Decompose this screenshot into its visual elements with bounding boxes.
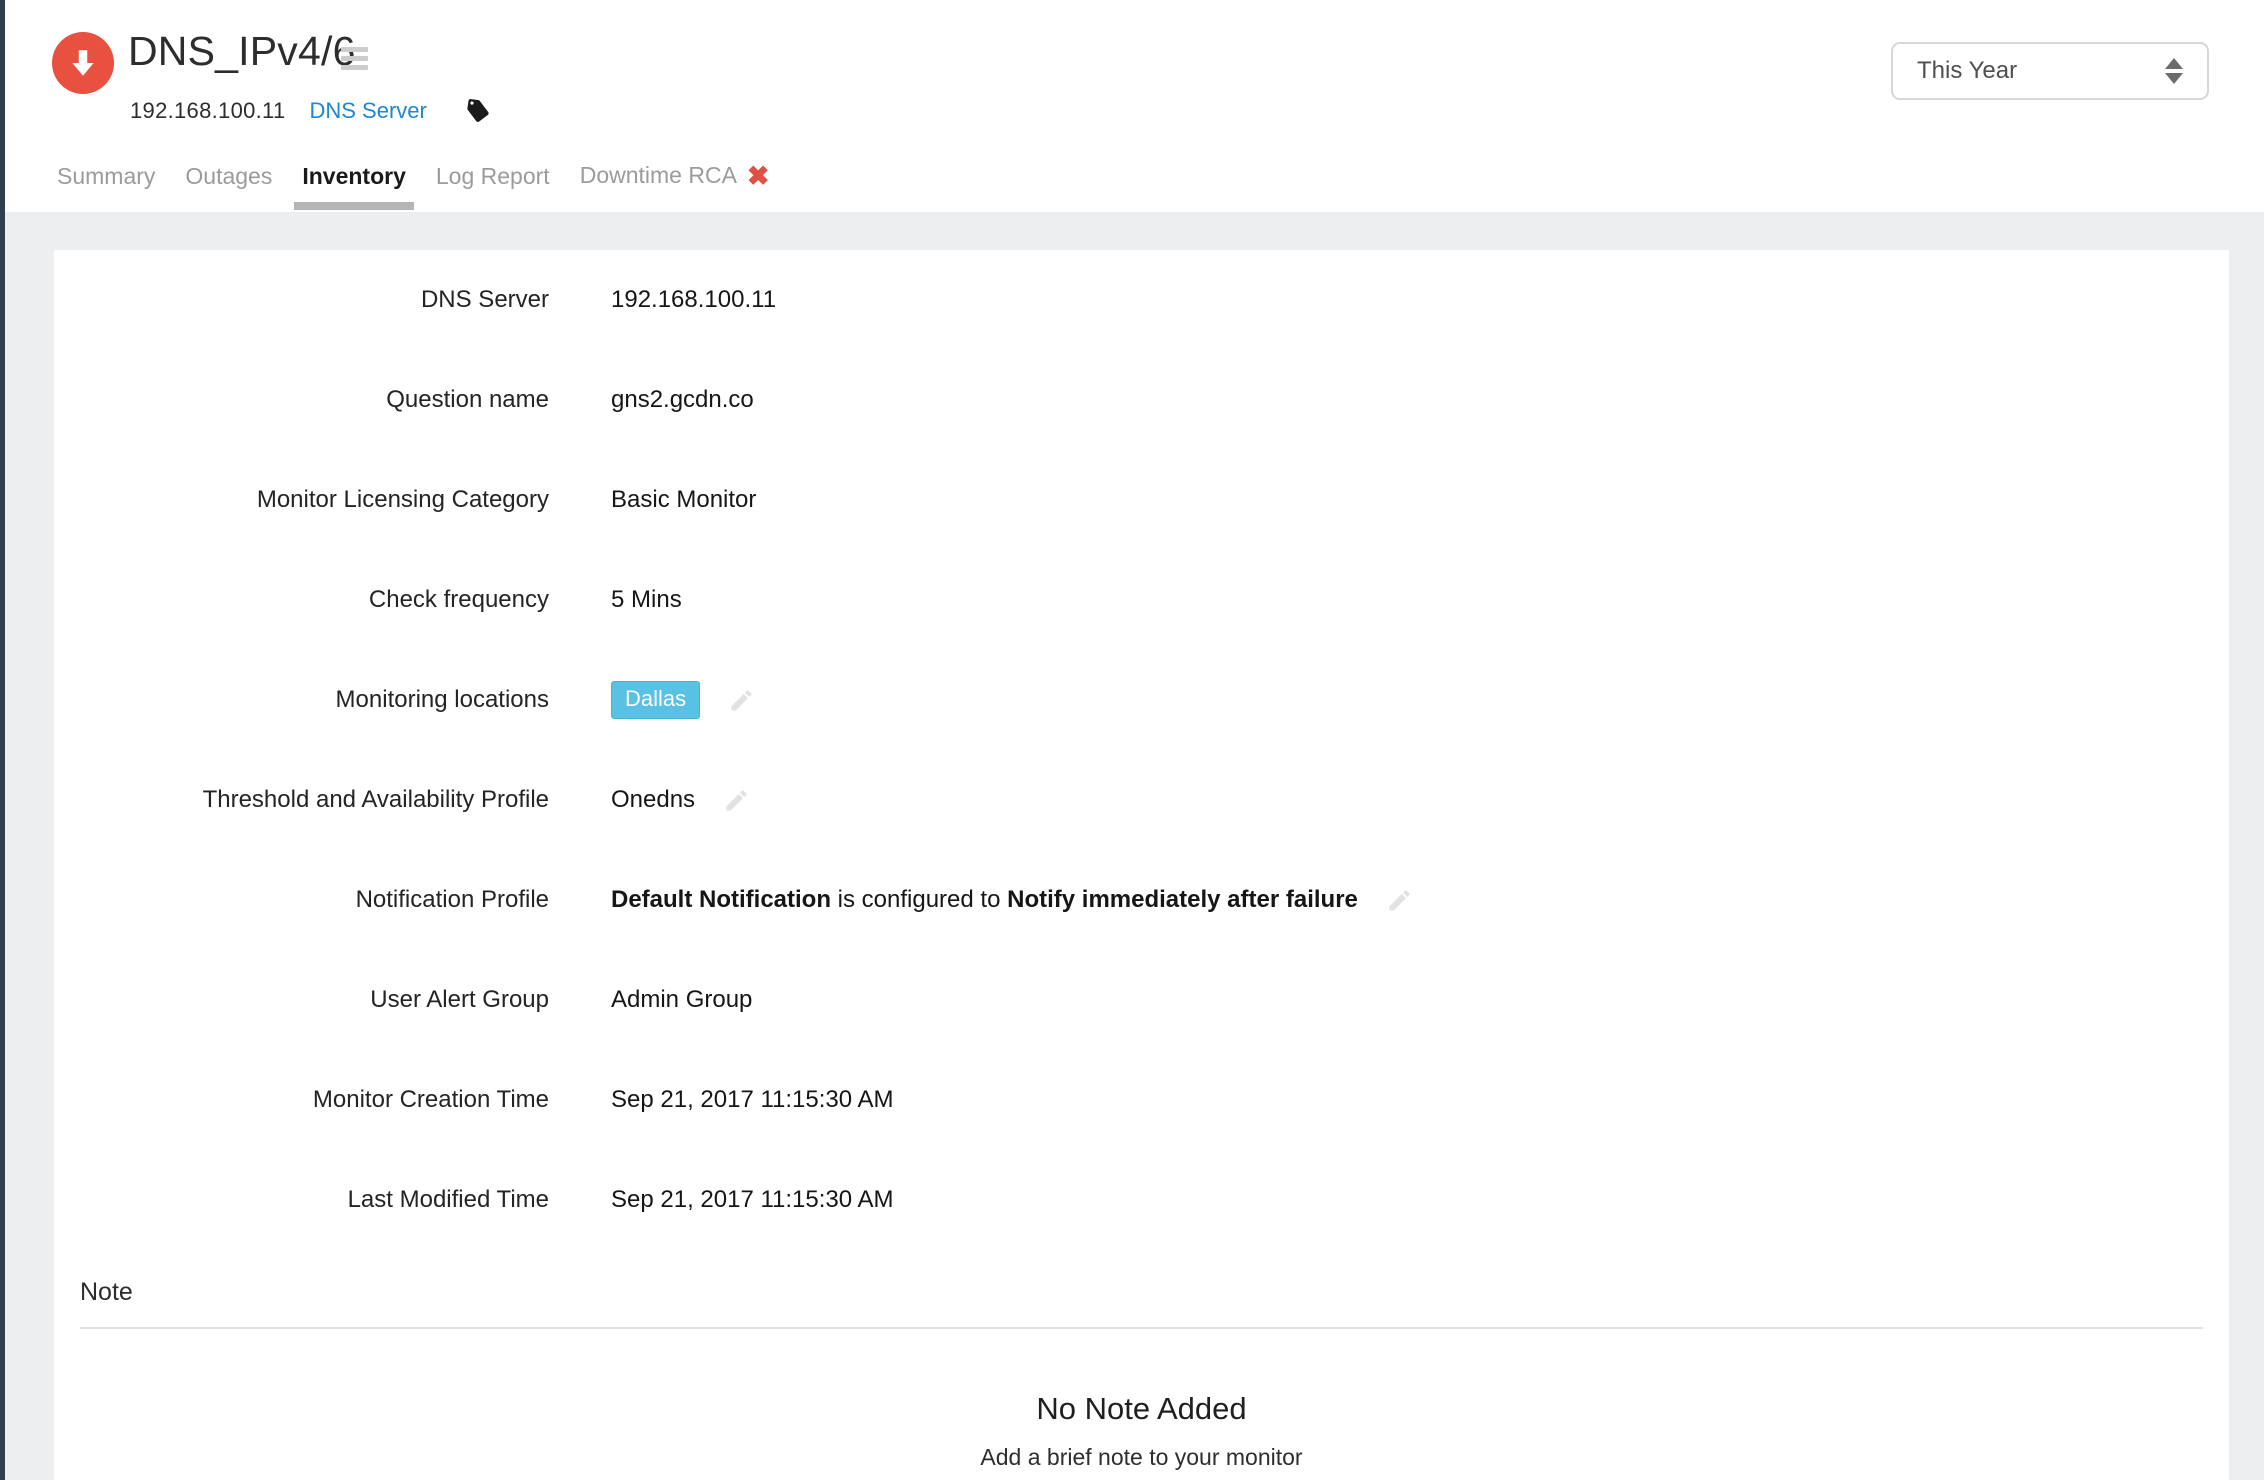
tab-bar: Summary Outages Inventory Log Report Dow…	[57, 154, 770, 212]
row-label: Monitor Creation Time	[54, 1086, 549, 1114]
note-empty-subtitle: Add a brief note to your monitor	[54, 1444, 2229, 1471]
row-value: Dallas	[611, 681, 755, 719]
row-label: Check frequency	[54, 586, 549, 614]
row-label: Notification Profile	[54, 886, 549, 914]
row-value: Sep 21, 2017 11:15:30 AM	[611, 1086, 893, 1114]
row-label: Question name	[54, 386, 549, 414]
monitor-details-page: DNS_IPv4/6 192.168.100.11 DNS Server Thi…	[0, 0, 2264, 1480]
row-value: gns2.gcdn.co	[611, 386, 754, 414]
row-value: Sep 21, 2017 11:15:30 AM	[611, 1186, 893, 1214]
period-select[interactable]: This Year	[1891, 42, 2209, 100]
notification-mode: Notify immediately after failure	[1007, 886, 1358, 913]
inventory-row-dns-server: DNS Server 192.168.100.11	[54, 250, 2229, 350]
edit-icon[interactable]	[728, 687, 755, 714]
select-spinner-icon	[2165, 58, 2183, 84]
row-value: Basic Monitor	[611, 486, 756, 514]
inventory-row-modified-time: Last Modified Time Sep 21, 2017 11:15:30…	[54, 1150, 2229, 1250]
monitor-type-link[interactable]: DNS Server	[310, 98, 427, 124]
inventory-row-threshold-profile: Threshold and Availability Profile Onedn…	[54, 750, 2229, 850]
row-label: Monitor Licensing Category	[54, 486, 549, 514]
tab-log-report[interactable]: Log Report	[436, 163, 550, 204]
tab-downtime-rca-label: Downtime RCA	[580, 162, 737, 188]
row-value: Onedns	[611, 786, 750, 814]
inventory-row-user-alert-group: User Alert Group Admin Group	[54, 950, 2229, 1050]
inventory-row-question-name: Question name gns2.gcdn.co	[54, 350, 2229, 450]
tab-summary[interactable]: Summary	[57, 163, 155, 204]
edit-icon[interactable]	[1386, 887, 1413, 914]
note-divider	[80, 1327, 2203, 1329]
threshold-profile-value: Onedns	[611, 786, 695, 814]
inventory-row-check-frequency: Check frequency 5 Mins	[54, 550, 2229, 650]
inventory-row-notification-profile: Notification Profile Default Notificatio…	[54, 850, 2229, 950]
row-value: 5 Mins	[611, 586, 682, 614]
period-select-value: This Year	[1917, 57, 2165, 85]
inventory-row-monitoring-locations: Monitoring locations Dallas	[54, 650, 2229, 750]
row-label: Monitoring locations	[54, 686, 549, 714]
notification-mid-text: is configured to	[831, 886, 1007, 913]
tab-downtime-rca[interactable]: Downtime RCA ✖	[580, 161, 770, 206]
tag-icon[interactable]	[465, 98, 491, 124]
row-label: User Alert Group	[54, 986, 549, 1014]
row-value: 192.168.100.11	[611, 286, 776, 314]
close-icon[interactable]: ✖	[747, 161, 770, 191]
tab-outages[interactable]: Outages	[185, 163, 272, 204]
row-label: DNS Server	[54, 286, 549, 314]
tab-inventory[interactable]: Inventory	[302, 163, 406, 204]
hamburger-menu-icon[interactable]	[341, 47, 368, 74]
content-area: DNS Server 192.168.100.11 Question name …	[5, 212, 2264, 1480]
page-title: DNS_IPv4/6	[128, 28, 356, 75]
edit-icon[interactable]	[723, 787, 750, 814]
row-value: Admin Group	[611, 986, 752, 1014]
host-ip: 192.168.100.11	[130, 98, 286, 124]
row-value: Default Notification is configured to No…	[611, 886, 1413, 914]
note-section: Note No Note Added Add a brief note to y…	[54, 1278, 2229, 1471]
monitor-header: DNS_IPv4/6 192.168.100.11 DNS Server Thi…	[5, 0, 2264, 212]
inventory-row-licensing-category: Monitor Licensing Category Basic Monitor	[54, 450, 2229, 550]
monitor-subtitle: 192.168.100.11 DNS Server	[130, 98, 491, 124]
location-badge[interactable]: Dallas	[611, 681, 700, 719]
status-down-icon	[52, 32, 114, 94]
row-label: Threshold and Availability Profile	[54, 786, 549, 814]
inventory-card: DNS Server 192.168.100.11 Question name …	[54, 250, 2229, 1480]
note-heading: Note	[80, 1278, 2229, 1307]
notification-profile-name: Default Notification	[611, 886, 831, 913]
row-label: Last Modified Time	[54, 1186, 549, 1214]
note-empty-title: No Note Added	[54, 1391, 2229, 1427]
inventory-row-creation-time: Monitor Creation Time Sep 21, 2017 11:15…	[54, 1050, 2229, 1150]
